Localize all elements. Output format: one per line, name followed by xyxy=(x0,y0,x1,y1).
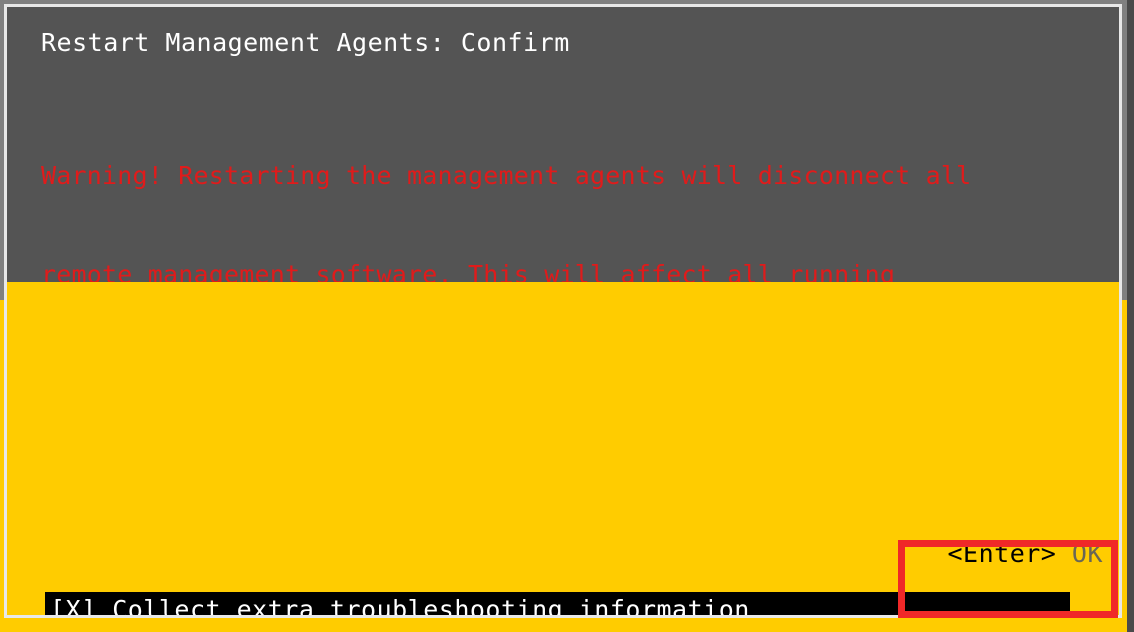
checkbox-label: [X] Collect extra troubleshooting inform… xyxy=(50,595,750,618)
ok-label: OK xyxy=(1056,539,1103,568)
dialog-title: Restart Management Agents: Confirm xyxy=(41,28,570,57)
enter-key-hint: <Enter> xyxy=(947,539,1057,568)
restart-management-agents-dialog: Restart Management Agents: Confirm Warni… xyxy=(4,4,1122,618)
dialog-content-panel: [X] Collect extra troubleshooting inform… xyxy=(7,282,1119,615)
esxi-dcui-screen: Restart Management Agents: Confirm Warni… xyxy=(0,0,1134,632)
dialog-warning-panel: Restart Management Agents: Confirm Warni… xyxy=(7,7,1119,586)
ok-button[interactable]: <Enter> OK xyxy=(823,509,1103,599)
console-right-edge xyxy=(1127,0,1134,632)
warning-line: Warning! Restarting the management agent… xyxy=(41,161,972,190)
